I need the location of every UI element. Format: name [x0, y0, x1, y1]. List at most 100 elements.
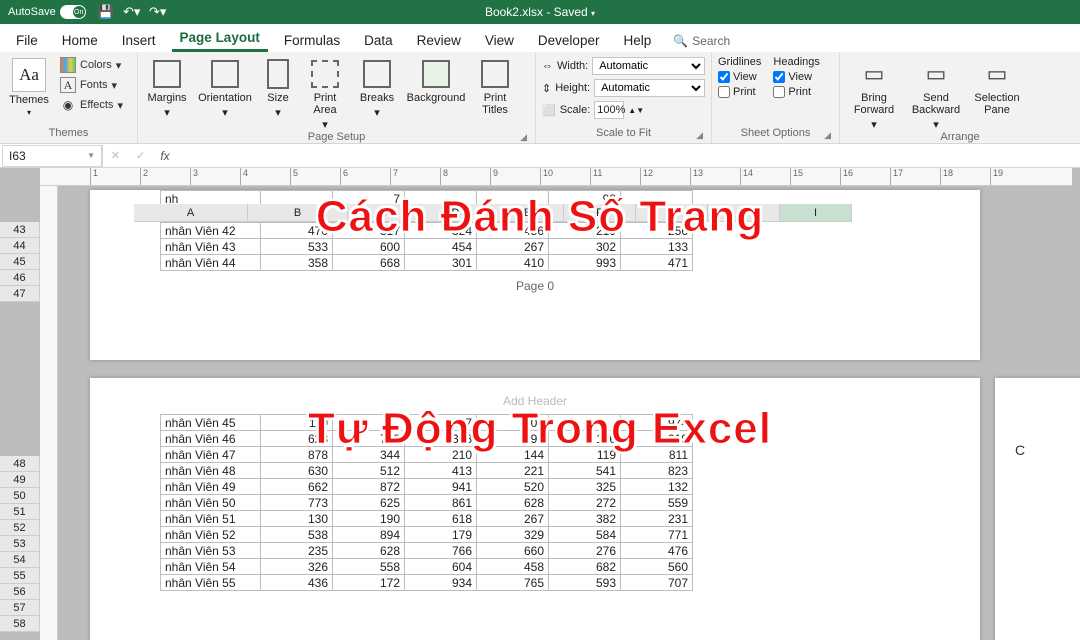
bring-forward-button[interactable]: ▭Bring Forward▾: [846, 56, 902, 131]
size-button[interactable]: Size▾: [260, 56, 296, 119]
breaks-button[interactable]: Breaks▾: [354, 56, 400, 119]
effects-button[interactable]: ◉Effects ▾: [58, 96, 125, 114]
cell[interactable]: 600: [333, 239, 405, 255]
cell[interactable]: 558: [333, 559, 405, 575]
cell[interactable]: nhân Viên 50: [161, 495, 261, 511]
row-header[interactable]: 57: [0, 600, 40, 616]
cell[interactable]: 993: [549, 255, 621, 271]
tab-view[interactable]: View: [477, 29, 522, 52]
cell[interactable]: 520: [477, 479, 549, 495]
cell[interactable]: 329: [477, 527, 549, 543]
cell[interactable]: nhân Viên 49: [161, 479, 261, 495]
cell[interactable]: nhân Viên 53: [161, 543, 261, 559]
cell[interactable]: 773: [261, 495, 333, 511]
cell[interactable]: 410: [477, 255, 549, 271]
undo-icon[interactable]: ↶▾: [124, 4, 140, 20]
cell[interactable]: 436: [261, 575, 333, 591]
table-row[interactable]: nhân Viên 47878344210144119811: [161, 447, 693, 463]
cell[interactable]: 267: [477, 239, 549, 255]
cell[interactable]: 326: [261, 559, 333, 575]
tab-formulas[interactable]: Formulas: [276, 29, 348, 52]
cell[interactable]: 618: [405, 511, 477, 527]
col-header[interactable]: D: [420, 204, 492, 222]
cell[interactable]: 559: [621, 495, 693, 511]
cell[interactable]: 324: [405, 223, 477, 239]
width-select[interactable]: Automatic: [592, 57, 705, 75]
cell[interactable]: 707: [621, 575, 693, 591]
autosave-toggle[interactable]: AutoSave On: [8, 5, 86, 19]
row-header[interactable]: 54: [0, 552, 40, 568]
row-header[interactable]: 44: [0, 238, 40, 254]
cell[interactable]: 765: [477, 575, 549, 591]
print-area-button[interactable]: Print Area▾: [302, 56, 348, 131]
cell[interactable]: nhân Viên 43: [161, 239, 261, 255]
row-header[interactable]: 48: [0, 456, 40, 472]
gridlines-print-check[interactable]: Print: [718, 86, 761, 98]
table-row[interactable]: nhân Viên 46623798398196166919: [161, 431, 693, 447]
toggle-switch[interactable]: On: [60, 5, 86, 19]
launcher-icon[interactable]: ◢: [824, 130, 831, 141]
col-header[interactable]: G: [636, 204, 708, 222]
cell[interactable]: 941: [405, 479, 477, 495]
cell[interactable]: nhân Viên 42: [161, 223, 261, 239]
enter-icon[interactable]: ✓: [136, 149, 145, 162]
save-icon[interactable]: 💾: [98, 4, 114, 20]
cell[interactable]: 301: [405, 255, 477, 271]
cell[interactable]: 934: [405, 575, 477, 591]
col-header[interactable]: E: [492, 204, 564, 222]
cell[interactable]: 668: [333, 255, 405, 271]
tab-insert[interactable]: Insert: [114, 29, 164, 52]
table-row[interactable]: nhân Viên 54326558604458682560: [161, 559, 693, 575]
col-header[interactable]: A: [134, 204, 248, 222]
scale-input[interactable]: 100%: [594, 101, 624, 119]
cell[interactable]: 179: [405, 527, 477, 543]
table-row[interactable]: nhân Viên 49662872941520325132: [161, 479, 693, 495]
print-titles-button[interactable]: Print Titles: [472, 56, 518, 116]
cell[interactable]: [549, 415, 621, 431]
cell[interactable]: 628: [333, 543, 405, 559]
row-header[interactable]: 50: [0, 488, 40, 504]
cell[interactable]: 325: [549, 479, 621, 495]
cell[interactable]: 413: [405, 463, 477, 479]
row-header[interactable]: 53: [0, 536, 40, 552]
cell[interactable]: 798: [333, 431, 405, 447]
cell[interactable]: 801: [477, 415, 549, 431]
cell[interactable]: nhân Viên 48: [161, 463, 261, 479]
tell-me-search[interactable]: 🔍 Search: [667, 30, 736, 52]
cell[interactable]: 604: [405, 559, 477, 575]
cell[interactable]: 541: [549, 463, 621, 479]
orientation-button[interactable]: Orientation▾: [196, 56, 254, 119]
cell[interactable]: 538: [261, 527, 333, 543]
headings-print-check[interactable]: Print: [773, 86, 819, 98]
headings-view-check[interactable]: View: [773, 71, 819, 83]
cell[interactable]: 662: [261, 479, 333, 495]
cell[interactable]: 630: [261, 463, 333, 479]
cell[interactable]: 470: [261, 223, 333, 239]
cell[interactable]: 894: [333, 527, 405, 543]
add-header[interactable]: Add Header: [90, 378, 980, 414]
cell[interactable]: 221: [477, 463, 549, 479]
cell[interactable]: 593: [549, 575, 621, 591]
cell[interactable]: 623: [261, 431, 333, 447]
margins-button[interactable]: Margins▾: [144, 56, 190, 119]
tab-review[interactable]: Review: [409, 29, 469, 52]
cell[interactable]: nhân Viên 46: [161, 431, 261, 447]
row-header[interactable]: 49: [0, 472, 40, 488]
cell[interactable]: 172: [333, 575, 405, 591]
cell[interactable]: nhân Viên 55: [161, 575, 261, 591]
height-select[interactable]: Automatic: [594, 79, 705, 97]
row-header[interactable]: 46: [0, 270, 40, 286]
formula-input[interactable]: [177, 145, 1080, 167]
cell[interactable]: 235: [261, 543, 333, 559]
cell[interactable]: 130: [261, 511, 333, 527]
cell[interactable]: 302: [549, 239, 621, 255]
col-header[interactable]: B: [248, 204, 348, 222]
cell[interactable]: nhân Viên 45: [161, 415, 261, 431]
row-header[interactable]: 52: [0, 520, 40, 536]
cell[interactable]: 358: [261, 255, 333, 271]
name-box[interactable]: I63▼: [2, 145, 102, 167]
table-row[interactable]: nhân Viên 48630512413221541823: [161, 463, 693, 479]
cell[interactable]: 276: [549, 543, 621, 559]
cell[interactable]: 660: [477, 543, 549, 559]
cell[interactable]: 166: [549, 431, 621, 447]
